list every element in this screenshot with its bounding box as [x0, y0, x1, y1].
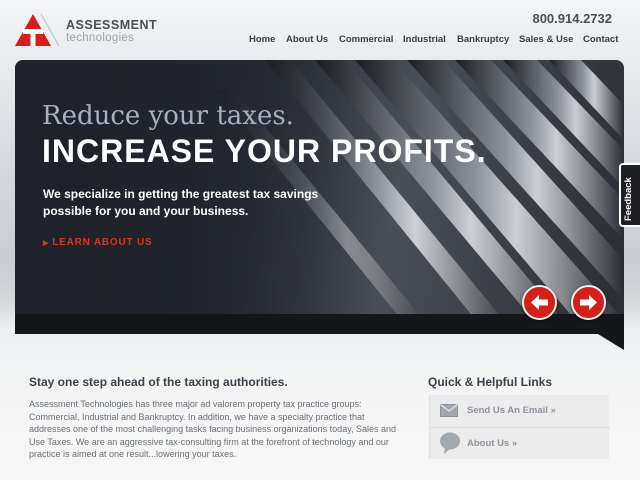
quick-links-heading: Quick & Helpful Links [428, 375, 553, 389]
hero-headline-main: INCREASE YOUR PROFITS. [42, 133, 487, 169]
feedback-label: Feedback [623, 177, 634, 221]
speech-bubble-icon [440, 432, 460, 454]
hero-corner-tab [598, 334, 624, 350]
quick-link-email-label: Send Us An Email » [467, 405, 556, 416]
quick-link-about[interactable]: About Us » [430, 427, 610, 459]
nav-home[interactable]: Home [249, 34, 275, 45]
arrow-right-icon [580, 295, 597, 310]
hero-headline-top: Reduce your taxes. [42, 101, 294, 131]
main-nav: Home About Us Commercial Industrial Bank… [0, 34, 640, 48]
triangle-right-icon: ▶ [43, 240, 50, 247]
brand-name: ASSESSMENT [66, 18, 158, 32]
learn-about-us-link[interactable]: ▶ LEARN ABOUT US [43, 237, 152, 248]
nav-bankruptcy[interactable]: Bankruptcy [457, 34, 509, 45]
carousel-next-button[interactable] [571, 285, 606, 320]
learn-about-us-label: LEARN ABOUT US [52, 237, 153, 248]
nav-industrial[interactable]: Industrial [403, 34, 446, 45]
carousel-prev-button[interactable] [522, 285, 557, 320]
nav-sales-use[interactable]: Sales & Use [519, 34, 573, 45]
feedback-tab[interactable]: Feedback [619, 163, 640, 227]
hero-banner: Reduce your taxes. INCREASE YOUR PROFITS… [15, 60, 624, 334]
intro-heading: Stay one step ahead of the taxing author… [29, 375, 288, 389]
quick-link-email[interactable]: Send Us An Email » [430, 395, 610, 427]
hero-description: We specialize in getting the greatest ta… [43, 187, 319, 218]
phone-number: 800.914.2732 [532, 11, 612, 26]
nav-commercial[interactable]: Commercial [339, 34, 393, 45]
quick-link-about-label: About Us » [467, 438, 518, 449]
nav-contact[interactable]: Contact [583, 34, 618, 45]
nav-about-us[interactable]: About Us [286, 34, 328, 45]
arrow-left-icon [531, 295, 548, 310]
quick-links-box: Send Us An Email » About Us » [429, 395, 610, 459]
intro-paragraph: Assessment Technologies has three major … [29, 399, 397, 460]
envelope-icon [440, 404, 458, 417]
